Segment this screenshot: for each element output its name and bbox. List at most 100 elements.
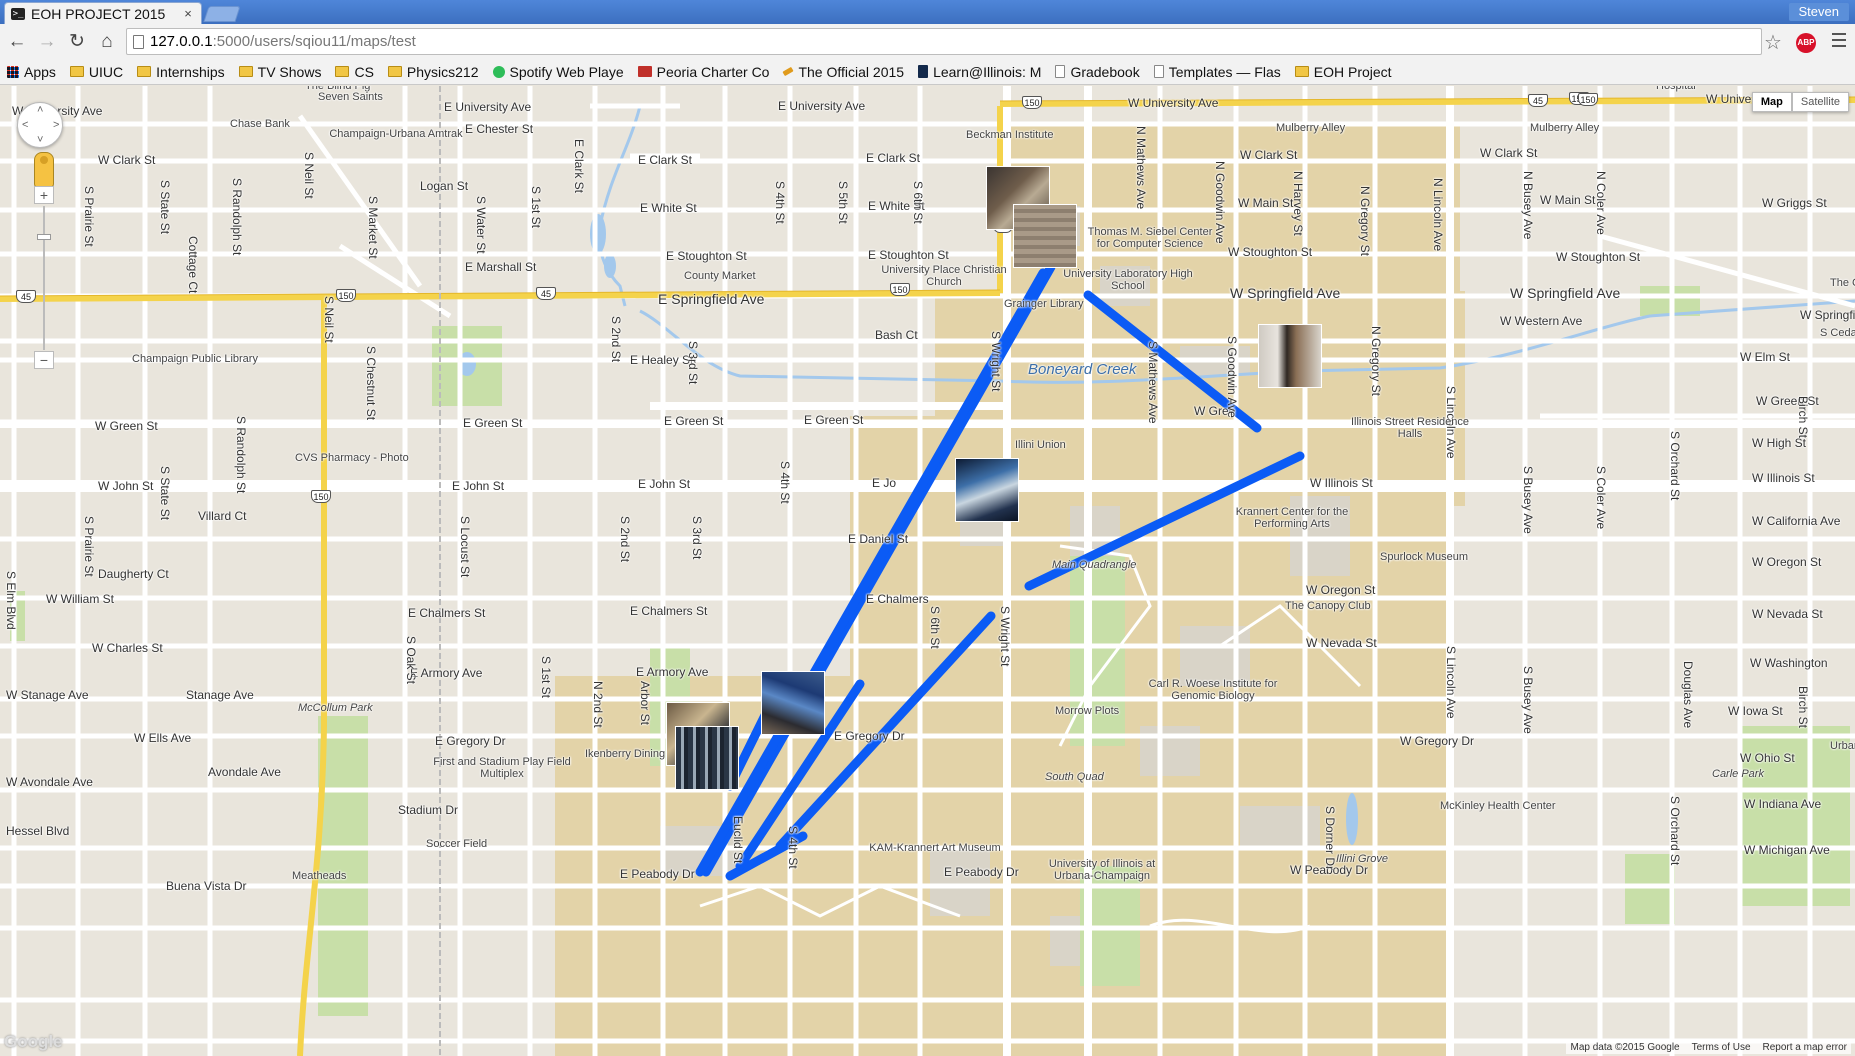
map-poi-label[interactable]: Beckman Institute [966, 129, 1053, 141]
report-map-error-link[interactable]: Report a map error [1763, 1042, 1847, 1053]
map-poi-label[interactable]: KAM-Krannert Art Museum [865, 842, 1005, 854]
map-poi-label[interactable]: Thomas M. Siebel Center for Computer Sci… [1080, 226, 1220, 250]
map-poi-label[interactable]: Carle Park [1712, 768, 1764, 780]
bookmark-label: Internships [156, 63, 225, 80]
pan-down-icon[interactable]: ˅ [37, 134, 43, 146]
map-poi-label[interactable]: First and Stadium Play Field Multiplex [432, 756, 572, 780]
photo-marker-siebel[interactable] [1013, 204, 1077, 268]
bookmark-label: Gradebook [1070, 63, 1140, 80]
bookmark-item[interactable]: Templates — Flas [1147, 61, 1288, 83]
bookmark-star-icon[interactable]: ☆ [1764, 30, 1782, 55]
photo-marker-goodwin[interactable] [1258, 324, 1322, 388]
bookmark-item[interactable]: The Official 2015 [776, 61, 911, 83]
bookmark-item[interactable]: Gradebook [1048, 61, 1146, 83]
map-street-label: S 5th St [836, 181, 850, 224]
bookmark-item[interactable]: Learn@Illinois: M [911, 61, 1048, 83]
zoom-slider-thumb[interactable] [37, 234, 51, 240]
forward-icon[interactable]: → [34, 29, 60, 55]
google-logo[interactable]: Google [4, 1032, 63, 1052]
map-poi-label[interactable]: University Laboratory High School [1058, 268, 1198, 292]
map-poi-label[interactable]: Ikenberry Dining [585, 748, 665, 760]
map-street-label: N Coler Ave [1594, 171, 1608, 235]
bookmark-item[interactable]: Physics212 [381, 61, 486, 83]
map-street-label: W Iowa St [1728, 704, 1783, 718]
map-poi-label[interactable]: Soccer Field [426, 838, 487, 850]
reload-icon[interactable]: ↻ [64, 29, 90, 55]
map-poi-label[interactable]: Krannert Center for the Performing Arts [1222, 506, 1362, 530]
map-street-label: Avondale Ave [208, 765, 281, 779]
map-poi-label[interactable]: Morrow Plots [1055, 705, 1119, 717]
photo-marker-union[interactable] [955, 458, 1019, 522]
bookmark-label: Peoria Charter Co [656, 63, 770, 80]
bookmark-item[interactable]: Internships [130, 61, 231, 83]
back-icon[interactable]: ← [4, 29, 30, 55]
bookmark-item[interactable]: Spotify Web Playe [486, 61, 631, 83]
zoom-in-button[interactable]: + [34, 186, 54, 204]
map-poi-label[interactable]: McKinley Health Center [1440, 800, 1556, 812]
bookmark-item[interactable]: UIUC [63, 61, 130, 83]
map-poi-label[interactable]: Urban [1830, 740, 1855, 752]
street-view-pegman-icon[interactable] [34, 152, 54, 188]
map-street-label: W Oregon St [1306, 583, 1376, 597]
adblock-plus-icon[interactable]: ABP [1796, 33, 1816, 53]
terms-of-use-link[interactable]: Terms of Use [1692, 1042, 1751, 1053]
map-poi-label[interactable]: Hospital [1656, 86, 1696, 92]
map-street-label: E John St [452, 479, 505, 493]
map-canvas[interactable]: W University Ave E University Ave E Univer… [0, 86, 1855, 1056]
menu-icon[interactable] [1828, 29, 1850, 51]
pan-left-icon[interactable]: ˂ [22, 119, 28, 131]
home-icon[interactable]: ⌂ [94, 29, 120, 55]
map-poi-label[interactable]: South Quad [1045, 771, 1104, 783]
bookmark-label: Physics212 [406, 63, 479, 80]
map-poi-label[interactable]: Chase Bank [230, 118, 290, 130]
zoom-out-button[interactable]: − [34, 351, 54, 369]
map-poi-label[interactable]: Seven Saints [318, 91, 383, 103]
map-poi-label[interactable]: Illinois Street Residence Halls [1340, 416, 1480, 440]
map-street-label: E Chalmers [866, 592, 929, 606]
bookmark-item[interactable]: EOH Project [1288, 61, 1399, 83]
map-poi-label[interactable]: The Canopy Club [1285, 600, 1371, 612]
map-street-label: E Chester St [465, 122, 534, 136]
map-poi-label[interactable]: Main Quadrangle [1052, 559, 1136, 571]
bookmark-label: UIUC [88, 63, 124, 80]
tab-active[interactable]: >_ EOH PROJECT 2015 × [4, 2, 202, 24]
map-poi-label[interactable]: Carl R. Woese Institute for Genomic Biol… [1143, 678, 1283, 702]
map-poi-label[interactable]: Illini Grove [1336, 853, 1388, 865]
map-poi-label[interactable]: Meatheads [292, 870, 346, 882]
map-poi-label[interactable]: CVS Pharmacy - Photo [295, 452, 409, 464]
profile-button[interactable]: Steven [1788, 3, 1849, 21]
bookmark-item[interactable]: Peoria Charter Co [631, 61, 777, 83]
bookmark-item[interactable]: TV Shows [232, 61, 329, 83]
bookmark-item[interactable]: CS [328, 61, 380, 83]
address-bar[interactable]: 127.0.0.1:5000/users/sqiou11/maps/test [126, 28, 1762, 55]
map-poi-label[interactable]: Mulberry Alley [1530, 122, 1599, 134]
pan-control[interactable]: ˄ ˅ ˂ ˃ [17, 102, 63, 148]
map-poi-label[interactable]: Grainger Library [1004, 298, 1083, 310]
map-poi-label[interactable]: Spurlock Museum [1380, 551, 1468, 563]
pan-up-icon[interactable]: ˄ [37, 104, 43, 116]
map-street-label: W California Ave [1752, 514, 1841, 528]
map-type-satellite-button[interactable]: Satellite [1791, 92, 1849, 112]
bookmark-item[interactable]: Apps [0, 61, 63, 83]
map-poi-label[interactable]: County Market [684, 270, 756, 282]
map-type-map-button[interactable]: Map [1751, 92, 1792, 112]
map-poi-label[interactable]: The C [1830, 277, 1855, 289]
zoom-slider-track[interactable] [43, 206, 45, 350]
pan-right-icon[interactable]: ˃ [53, 119, 59, 131]
map-street-label: Hessel Blvd [6, 824, 70, 838]
new-tab-button[interactable] [203, 6, 241, 22]
map-poi-label[interactable]: S Cedar S [1820, 327, 1855, 339]
map-poi-label[interactable]: Champaign-Urbana Amtrak [326, 128, 466, 140]
photo-marker-ikenberry-b[interactable] [675, 726, 739, 790]
map-poi-label[interactable]: McCollum Park [298, 702, 373, 714]
tab-close-icon[interactable]: × [181, 6, 195, 21]
map-poi-label[interactable]: Boneyard Creek [1028, 361, 1136, 378]
map-poi-label[interactable]: Champaign Public Library [125, 353, 265, 365]
map-poi-label[interactable]: University of Illinois at Urbana-Champai… [1032, 858, 1172, 882]
map-poi-label[interactable]: Illini Union [1015, 439, 1066, 451]
map-poi-label[interactable]: Mulberry Alley [1276, 122, 1345, 134]
map-street-label: N Busey Ave [1521, 171, 1535, 240]
map-street-label: Logan St [420, 179, 469, 193]
map-street-label: W High St [1752, 436, 1807, 450]
photo-marker-armory[interactable] [761, 671, 825, 735]
